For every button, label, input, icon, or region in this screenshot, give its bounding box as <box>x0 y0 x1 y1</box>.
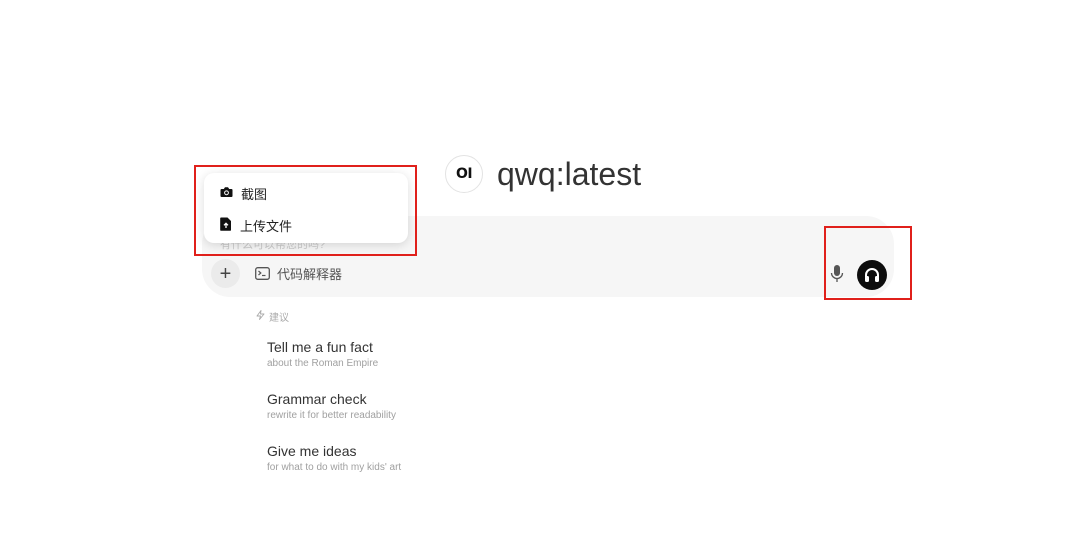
sparkle-icon <box>256 310 265 323</box>
code-interpreter-button[interactable]: 代码解释器 <box>255 264 342 283</box>
suggestion-title: Tell me a fun fact <box>267 339 373 355</box>
suggestion-item[interactable]: Give me ideas for what to do with my kid… <box>267 443 401 473</box>
suggestion-subtitle: about the Roman Empire <box>267 358 379 369</box>
suggestion-subtitle: rewrite it for better readability <box>267 410 396 421</box>
suggestions-header: 建议 <box>256 309 289 324</box>
highlight-box-voice <box>824 226 912 300</box>
highlight-box-menu <box>194 165 417 256</box>
terminal-icon <box>255 267 270 280</box>
code-interpreter-label: 代码解释器 <box>277 268 343 283</box>
suggestion-item[interactable]: Tell me a fun fact about the Roman Empir… <box>267 339 378 369</box>
app-logo: OI <box>445 155 483 193</box>
suggestion-title: Grammar check <box>267 391 367 407</box>
model-header: OI qwq:latest <box>445 153 641 195</box>
model-name[interactable]: qwq:latest <box>497 156 641 193</box>
suggestion-subtitle: for what to do with my kids' art <box>267 462 402 473</box>
add-attachment-button[interactable]: + <box>211 259 240 288</box>
plus-icon: + <box>219 262 232 285</box>
suggestions-header-label: 建议 <box>269 313 289 324</box>
suggestion-item[interactable]: Grammar check rewrite it for better read… <box>267 391 396 421</box>
suggestion-title: Give me ideas <box>267 443 357 459</box>
